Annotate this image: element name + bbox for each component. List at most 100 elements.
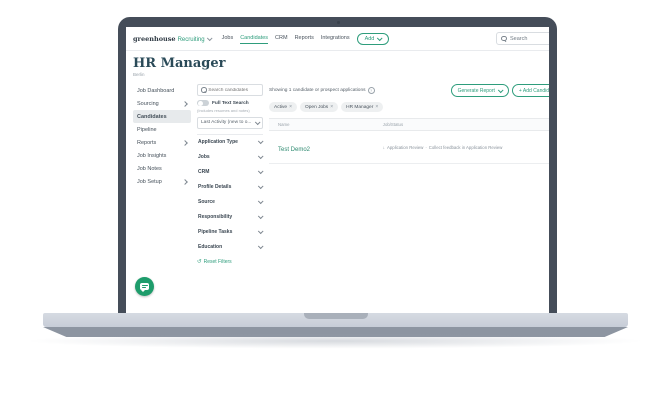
chevron-down-icon — [255, 119, 261, 125]
filter-section-education[interactable]: Education — [197, 240, 263, 255]
sidebar-item-label: Job Notes — [137, 166, 162, 172]
laptop-screen: greenhouse Recruiting Jobs Candidates CR… — [126, 27, 549, 313]
filter-panel: Full Text Search (Includes resumes and n… — [197, 84, 263, 265]
sidebar-item-job-dashboard[interactable]: Job Dashboard — [133, 84, 191, 97]
chevron-down-icon — [258, 183, 264, 189]
filter-section-pipeline-tasks[interactable]: Pipeline Tasks — [197, 225, 263, 240]
content-area: Job Dashboard Sourcing Candidates Pipeli… — [126, 77, 549, 265]
filter-section-responsibility[interactable]: Responsibility — [197, 210, 263, 225]
chat-button[interactable] — [135, 277, 154, 296]
chevron-down-icon — [258, 243, 264, 249]
generate-report-label: Generate Report — [458, 88, 495, 94]
nav-item-candidates[interactable]: Candidates — [240, 33, 268, 44]
laptop-base — [43, 313, 628, 327]
nav-item-crm[interactable]: CRM — [275, 33, 288, 44]
sidebar-item-pipeline[interactable]: Pipeline — [133, 123, 191, 136]
close-icon[interactable]: × — [330, 104, 333, 110]
nav-item-reports[interactable]: Reports — [295, 33, 314, 44]
filter-section-label: Jobs — [198, 154, 210, 160]
filter-section-profile-details[interactable]: Profile Details — [197, 180, 263, 195]
sidebar-item-label: Job Dashboard — [137, 88, 174, 94]
search-icon — [501, 36, 507, 42]
add-candidate-button[interactable]: + Add Candidate — [512, 84, 549, 97]
chevron-right-icon — [182, 179, 188, 185]
candidate-status: ↓ Application Review · Collect feedback … — [383, 145, 540, 150]
chevron-down-icon — [258, 213, 264, 219]
generate-report-button[interactable]: Generate Report — [451, 84, 509, 97]
column-header-name: Name — [278, 122, 383, 127]
sidebar-item-sourcing[interactable]: Sourcing — [133, 97, 191, 110]
help-icon[interactable]: ? — [368, 87, 375, 94]
candidate-search-box[interactable] — [197, 84, 263, 96]
filter-section-label: Responsibility — [198, 214, 232, 220]
sidebar-item-reports[interactable]: Reports — [133, 136, 191, 149]
filter-section-jobs[interactable]: Jobs — [197, 150, 263, 165]
table-row[interactable]: Test Demo2 ↓ Application Review · Collec… — [269, 131, 549, 164]
full-text-search-label: Full Text Search — [212, 101, 249, 106]
candidate-search-input[interactable] — [208, 88, 259, 93]
sort-select[interactable]: Last Activity (new to o... — [197, 117, 263, 129]
filter-section-source[interactable]: Source — [197, 195, 263, 210]
chevron-down-icon — [258, 228, 264, 234]
nav-item-integrations[interactable]: Integrations — [321, 33, 350, 44]
chevron-down-icon — [258, 198, 264, 204]
top-navbar: greenhouse Recruiting Jobs Candidates CR… — [126, 27, 549, 51]
chevron-down-icon — [258, 153, 264, 159]
global-search-box[interactable]: Search — [496, 32, 549, 45]
results-summary: Showing 1 candidate or prospect applicat… — [269, 87, 375, 94]
logo-chevron-down-icon — [206, 35, 212, 41]
laptop-base-notch — [304, 313, 368, 319]
add-candidate-label: + Add Candidate — [519, 88, 549, 94]
chevron-down-icon — [258, 168, 264, 174]
chip-open-jobs[interactable]: Open Jobs × — [300, 102, 338, 112]
filter-section-label: CRM — [198, 169, 209, 175]
filter-section-label: Education — [198, 244, 222, 250]
candidates-table: Name Job/Status Test Demo2 ↓ Application… — [269, 118, 549, 164]
close-icon[interactable]: × — [289, 104, 292, 110]
greenhouse-logo[interactable]: greenhouse Recruiting — [133, 35, 211, 43]
table-header: Name Job/Status — [269, 118, 549, 131]
sidebar-item-job-insights[interactable]: Job Insights — [133, 149, 191, 162]
sidebar-item-job-setup[interactable]: Job Setup — [133, 175, 191, 188]
results-area: Showing 1 candidate or prospect applicat… — [269, 84, 549, 164]
chip-active[interactable]: Active × — [269, 102, 297, 112]
filter-section-label: Profile Details — [198, 184, 231, 190]
sidebar-item-candidates[interactable]: Candidates — [133, 110, 191, 123]
filter-section-label: Source — [198, 199, 215, 205]
page-header: HR Manager Berlin — [126, 51, 549, 77]
filter-chips: Active × Open Jobs × HR Manager × — [269, 102, 549, 112]
sidebar-item-label: Job Setup — [137, 179, 162, 185]
chip-label: HR Manager — [346, 105, 373, 110]
full-text-search-toggle[interactable] — [197, 100, 209, 106]
sidebar-item-label: Sourcing — [137, 101, 159, 107]
job-sidebar: Job Dashboard Sourcing Candidates Pipeli… — [133, 84, 191, 188]
primary-nav: Jobs Candidates CRM Reports Integrations — [222, 33, 350, 44]
stage-arrow-icon: ↓ — [383, 145, 385, 150]
column-header-job-status: Job/Status — [383, 122, 540, 127]
reset-filters-link[interactable]: ↺ Reset Filters — [197, 259, 263, 265]
chip-hr-manager[interactable]: HR Manager × — [341, 102, 383, 112]
laptop-shadow — [15, 333, 655, 349]
webcam-dot — [337, 21, 340, 24]
close-icon[interactable]: × — [375, 104, 378, 110]
add-button-label: Add — [365, 36, 375, 42]
nav-item-jobs[interactable]: Jobs — [222, 33, 234, 44]
page-title: HR Manager — [133, 56, 549, 71]
chip-label: Active — [274, 105, 287, 110]
sidebar-item-job-notes[interactable]: Job Notes — [133, 162, 191, 175]
chevron-down-icon — [377, 35, 383, 41]
chevron-right-icon — [182, 140, 188, 146]
sort-select-value: Last Activity (new to o... — [201, 120, 251, 125]
candidate-name-link[interactable]: Test Demo2 — [278, 147, 310, 153]
sidebar-item-label: Job Insights — [137, 153, 166, 159]
add-button[interactable]: Add — [357, 33, 390, 45]
logo-secondary-text: Recruiting — [178, 37, 205, 43]
sidebar-item-label: Pipeline — [137, 127, 157, 133]
sidebar-item-label: Candidates — [137, 114, 167, 120]
full-text-search-hint: (Includes resumes and notes) — [197, 108, 263, 113]
filter-section-crm[interactable]: CRM — [197, 165, 263, 180]
filter-section-label: Pipeline Tasks — [198, 229, 232, 235]
chevron-right-icon — [182, 101, 188, 107]
results-summary-text: Showing 1 candidate or prospect applicat… — [269, 88, 366, 93]
filter-section-application-type[interactable]: Application Type — [197, 135, 263, 150]
